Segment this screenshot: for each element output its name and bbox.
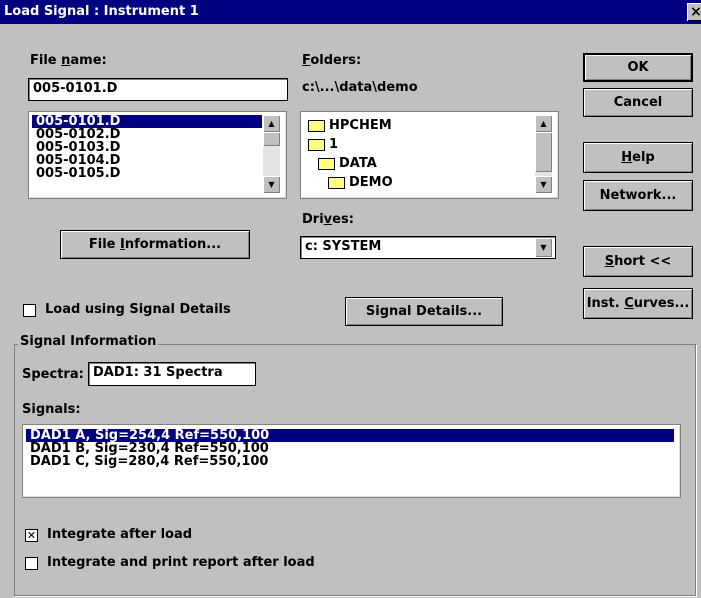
inst-curves-button[interactable]: Inst. Curves... (583, 288, 693, 319)
file-name-input[interactable]: 005-0101.D (28, 78, 288, 101)
inst-curves-mnemonic: C (624, 296, 634, 311)
drives-label: Drives: (302, 212, 354, 227)
integrate-print-checkbox[interactable] (25, 557, 38, 570)
folders-label-post: olders: (310, 53, 362, 68)
scroll-thumb[interactable] (535, 132, 552, 172)
integrate-after-load-checkbox[interactable]: ✕ (25, 529, 38, 542)
folder-list-scrollbar[interactable]: ▲ ▼ (535, 115, 552, 193)
file-info-pre: File (88, 237, 121, 252)
drives-selected-value: c: SYSTEM (305, 239, 382, 254)
folder-path: c:\...\data\demo (302, 80, 418, 95)
spectra-label: Spectra: (22, 367, 84, 382)
file-list-items: 005-0101.D 005-0102.D 005-0103.D 005-010… (32, 115, 262, 180)
folder-item-label: DATA (339, 156, 377, 171)
spectra-field[interactable]: DAD1: 31 Spectra (88, 362, 256, 386)
drives-label-pre: Dri (302, 212, 324, 227)
open-folder-icon (308, 119, 325, 132)
network-button[interactable]: Network... (583, 180, 693, 211)
open-folder-icon (318, 157, 335, 170)
help-button[interactable]: Help (583, 142, 693, 173)
dialog-title: Load Signal : Instrument 1 (4, 4, 199, 19)
file-info-label: nformation... (124, 237, 222, 252)
file-name-label-post: ame: (70, 53, 107, 68)
folder-list-items: HPCHEM 1 DATA DEMO (304, 116, 534, 192)
short-mnemonic: S (604, 254, 615, 269)
folder-list[interactable]: HPCHEM 1 DATA DEMO ▲ ▼ (300, 111, 559, 199)
scroll-thumb[interactable] (263, 132, 280, 146)
signals-list[interactable]: DAD1 A, Sig=254,4 Ref=550,100 DAD1 B, Si… (22, 424, 681, 498)
folder-item[interactable]: DEMO (304, 173, 534, 192)
file-list-item[interactable]: 005-0105.D (32, 167, 262, 180)
drives-label-post: es: (332, 212, 354, 227)
drives-label-mnemonic: v (323, 212, 333, 227)
integrate-after-load-label: Integrate after load (47, 527, 193, 542)
folder-item[interactable]: 1 (304, 135, 534, 154)
signals-label: Signals: (22, 402, 81, 417)
folder-item-label: HPCHEM (329, 118, 392, 133)
scroll-up-icon[interactable]: ▲ (535, 115, 552, 132)
integrate-print-label: Integrate and print report after load (47, 555, 315, 570)
signal-list-item[interactable]: DAD1 C, Sig=280,4 Ref=550,100 (26, 455, 674, 468)
title-bar: Load Signal : Instrument 1 × (0, 0, 701, 24)
open-folder-icon (328, 176, 345, 189)
cancel-button[interactable]: Cancel (583, 88, 693, 117)
help-mnemonic: H (621, 150, 633, 165)
signal-details-button[interactable]: Signal Details... (345, 297, 503, 326)
file-list-scrollbar[interactable]: ▲ ▼ (263, 115, 280, 193)
signal-information-label: Signal Information (18, 334, 159, 349)
scroll-up-icon[interactable]: ▲ (263, 115, 280, 132)
folder-item-label: 1 (329, 137, 339, 152)
load-signal-dialog: Load Signal : Instrument 1 × File name: … (0, 0, 701, 598)
ok-button[interactable]: OK (583, 53, 693, 82)
folder-item[interactable]: DATA (304, 154, 534, 173)
short-label: hort << (614, 254, 672, 269)
load-using-signal-details-label: Load using Signal Details (45, 302, 231, 317)
folder-item-label: DEMO (349, 175, 393, 190)
file-information-button[interactable]: File Information... (60, 230, 250, 259)
signals-list-items: DAD1 A, Sig=254,4 Ref=550,100 DAD1 B, Si… (26, 429, 674, 468)
inst-curves-pre: Inst. (586, 296, 625, 311)
scroll-down-icon[interactable]: ▼ (263, 176, 280, 193)
file-name-label: File name: (30, 53, 107, 68)
scroll-down-icon[interactable]: ▼ (535, 176, 552, 193)
chevron-down-icon[interactable]: ▼ (535, 238, 552, 257)
folder-item[interactable]: HPCHEM (304, 116, 534, 135)
open-folder-icon (308, 138, 325, 151)
file-name-label-pre: File (30, 53, 62, 68)
drives-select[interactable]: c: SYSTEM ▼ (300, 236, 556, 259)
load-using-signal-details-checkbox[interactable] (23, 304, 36, 317)
file-list[interactable]: 005-0101.D 005-0102.D 005-0103.D 005-010… (28, 111, 287, 199)
short-button[interactable]: Short << (583, 246, 693, 277)
help-label: elp (632, 150, 655, 165)
inst-curves-label: urves... (633, 296, 690, 311)
close-icon[interactable]: × (687, 3, 701, 21)
folders-label: Folders: (302, 53, 361, 68)
